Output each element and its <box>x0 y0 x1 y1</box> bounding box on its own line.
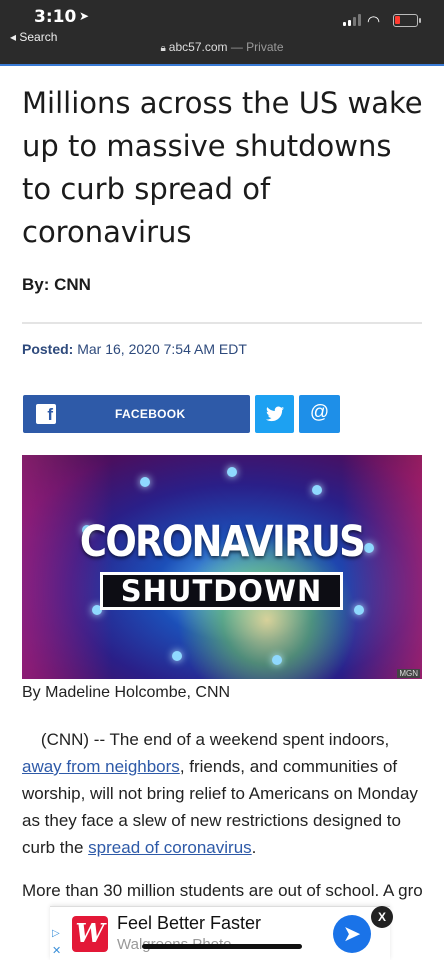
posted-value: Mar 16, 2020 7:54 AM EDT <box>77 341 247 357</box>
article-headline: Millions across the US wake up to massiv… <box>22 86 423 249</box>
link-away-from-neighbors[interactable]: away from neighbors <box>22 757 180 776</box>
facebook-share-label: FACEBOOK <box>115 407 186 421</box>
ad-dismiss-icon[interactable]: ✕ <box>52 944 61 957</box>
ad-title: Feel Better Faster <box>117 913 262 933</box>
location-arrow-icon: ➤ <box>79 9 90 23</box>
ad-banner[interactable]: W Feel Better Faster Walgreens Photo ➤ <box>50 906 390 960</box>
posted-label: Posted: <box>22 341 74 357</box>
email-share-button[interactable]: @ <box>299 395 340 433</box>
article-paragraph-1: (CNN) -- The end of a weekend spent indo… <box>22 730 418 857</box>
facebook-share-button[interactable]: f FACEBOOK <box>23 395 250 433</box>
status-time: 3:10 <box>34 7 77 27</box>
ad-close-button[interactable]: X <box>371 906 393 928</box>
page-load-progress <box>0 64 444 66</box>
link-spread-of-coronavirus[interactable]: spread of coronavirus <box>88 838 251 857</box>
article-byline: By: CNN <box>22 275 91 294</box>
ad-choices-icon[interactable]: ▷ <box>52 928 60 939</box>
walgreens-logo-icon: W <box>72 916 108 952</box>
private-mode-label: — Private <box>227 40 284 54</box>
wifi-icon: ◠ <box>367 13 381 30</box>
article-hero-image: CORONAVIRUS SHUTDOWN MGN <box>22 455 422 679</box>
hero-title-coronavirus: CORONAVIRUS <box>79 517 366 567</box>
cellular-signal-icon <box>343 14 363 26</box>
facebook-icon: f <box>36 404 56 424</box>
battery-icon <box>393 14 421 27</box>
article-paragraph-2: More than 30 million students are out of… <box>22 881 423 900</box>
divider <box>22 322 422 324</box>
url-bar[interactable]: 🔒︎ abc57.com — Private <box>0 40 444 54</box>
url-domain: abc57.com <box>168 40 228 54</box>
image-credit: MGN <box>397 669 420 678</box>
twitter-bird-icon <box>265 406 284 422</box>
image-caption: By Madeline Holcombe, CNN <box>22 684 231 701</box>
home-indicator[interactable] <box>142 944 302 949</box>
lock-icon: 🔒︎ <box>160 43 166 54</box>
directions-icon[interactable]: ➤ <box>333 915 371 953</box>
hero-title-shutdown: SHUTDOWN <box>100 572 343 610</box>
twitter-share-button[interactable] <box>255 395 294 433</box>
browser-top-bar: 3:10 ➤ ◂ Search ◠ 🔒︎ abc57.com — Private <box>0 0 444 66</box>
posted-date: Posted: Mar 16, 2020 7:54 AM EDT <box>22 341 247 357</box>
at-sign-icon: @ <box>309 402 330 423</box>
